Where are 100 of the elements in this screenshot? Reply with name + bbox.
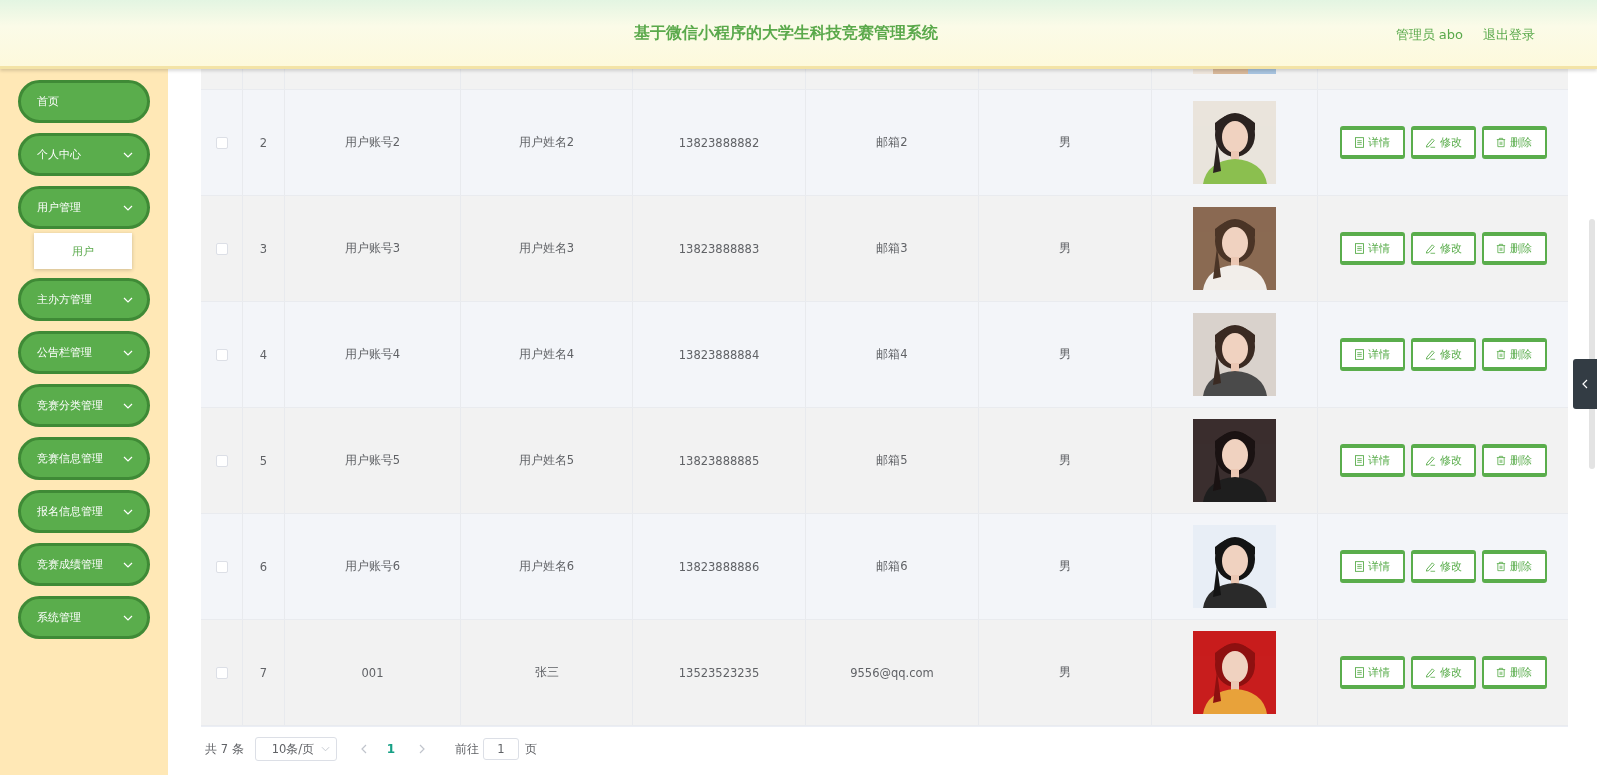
table-cell: 男	[1059, 453, 1071, 468]
delete-button[interactable]: 删除	[1481, 338, 1547, 371]
details-button[interactable]: 详情	[1339, 656, 1405, 689]
table-cell: 用户姓名4	[518, 347, 575, 362]
delete-button[interactable]: 删除	[1481, 444, 1547, 477]
table-cell: 邮箱4	[876, 347, 908, 362]
sidebar-menu-item[interactable]: 竞赛分类管理	[18, 384, 150, 427]
trash-icon	[1496, 667, 1506, 678]
edit-button[interactable]: 修改	[1410, 232, 1476, 265]
table-cell: 3	[259, 241, 268, 256]
chevron-icon	[123, 561, 133, 568]
chevron-icon	[123, 402, 133, 409]
document-icon	[1354, 243, 1364, 254]
delete-button[interactable]: 删除	[1481, 656, 1547, 689]
document-icon	[1354, 667, 1364, 678]
pencil-icon	[1424, 243, 1436, 254]
pencil-icon	[1424, 667, 1436, 678]
pencil-icon	[1424, 349, 1436, 360]
next-page-icon[interactable]	[419, 744, 425, 754]
edit-button[interactable]: 修改	[1410, 338, 1476, 371]
document-icon	[1354, 561, 1364, 572]
table-cell: 001	[361, 665, 384, 680]
sidebar-menu-item[interactable]: 用户管理	[18, 186, 150, 229]
delete-button[interactable]: 删除	[1481, 126, 1547, 159]
sidebar-menu-item[interactable]: 首页	[18, 80, 150, 123]
row-checkbox[interactable]	[215, 136, 228, 149]
table-cell: 用户姓名2	[518, 135, 575, 150]
edit-button[interactable]: 修改	[1410, 444, 1476, 477]
page-suffix-label: 页	[525, 741, 537, 757]
details-button[interactable]: 详情	[1339, 232, 1405, 265]
table-cell: 2	[259, 135, 268, 150]
row-checkbox[interactable]	[215, 560, 228, 573]
submenu-item[interactable]: 用户	[34, 233, 132, 269]
sidebar-menu-item[interactable]: 竞赛信息管理	[18, 437, 150, 480]
page-input[interactable]: 1	[483, 738, 519, 760]
delete-button[interactable]: 删除	[1481, 550, 1547, 583]
table-cell: 用户账号2	[344, 135, 401, 150]
page-number[interactable]: 1	[386, 742, 395, 756]
sidebar-menu-item[interactable]: 个人中心	[18, 133, 150, 176]
table-cell: 男	[1059, 135, 1071, 150]
table-cell: 13823888886	[678, 559, 760, 574]
goto-label: 前往	[455, 741, 479, 757]
previous-page-icon[interactable]	[360, 744, 367, 754]
chevron-icon	[123, 204, 133, 211]
table-cell: 13823888884	[678, 347, 760, 362]
edit-button[interactable]: 修改	[1410, 126, 1476, 159]
pencil-icon	[1424, 137, 1436, 148]
sidebar-menu-item[interactable]: 主办方管理	[18, 278, 150, 321]
chevron-icon	[123, 614, 133, 621]
table-cell: 用户账号3	[344, 241, 401, 256]
system-title: 基于微信小程序的大学生科技竞赛管理系统	[633, 22, 938, 44]
table-cell: 张三	[534, 665, 559, 680]
edit-button[interactable]: 修改	[1410, 550, 1476, 583]
table-cell: 用户账号6	[344, 559, 401, 574]
table-cell: 用户账号5	[344, 453, 401, 468]
table-cell: 5	[259, 453, 268, 468]
chevron-icon	[123, 151, 133, 158]
chevron-icon	[123, 508, 133, 515]
chevron-left-icon	[1582, 379, 1588, 389]
trash-icon	[1496, 243, 1506, 254]
details-button[interactable]: 详情	[1339, 444, 1405, 477]
document-icon	[1354, 349, 1364, 360]
row-checkbox[interactable]	[215, 348, 228, 361]
sidebar-menu-item[interactable]: 竞赛成绩管理	[18, 543, 150, 586]
sidebar-menu-item[interactable]: 报名信息管理	[18, 490, 150, 533]
table-cell: 男	[1059, 347, 1071, 362]
table-cell: 7	[259, 665, 268, 680]
chevron-icon	[123, 455, 133, 462]
row-checkbox[interactable]	[215, 454, 228, 467]
trash-icon	[1496, 137, 1506, 148]
sidebar-menu-item[interactable]: 公告栏管理	[18, 331, 150, 374]
table-cell: 13523523235	[678, 665, 760, 680]
row-checkbox[interactable]	[215, 242, 228, 255]
collapse-button[interactable]	[1573, 359, 1597, 409]
edit-button[interactable]: 修改	[1410, 656, 1476, 689]
page-size-select[interactable]: 10条/页	[254, 737, 337, 761]
table-cell: 邮箱5	[876, 453, 908, 468]
logout-link[interactable]: 退出登录	[1483, 26, 1535, 44]
table-cell: 男	[1059, 241, 1071, 256]
delete-button[interactable]: 删除	[1481, 232, 1547, 265]
document-icon	[1354, 455, 1364, 466]
table-cell: 用户姓名6	[518, 559, 575, 574]
trash-icon	[1496, 561, 1506, 572]
pencil-icon	[1424, 561, 1436, 572]
chevron-icon	[320, 746, 330, 752]
row-checkbox[interactable]	[215, 666, 228, 679]
document-icon	[1354, 137, 1364, 148]
table-cell: 6	[259, 559, 268, 574]
details-button[interactable]: 详情	[1339, 550, 1405, 583]
admin-user-label: 管理员 abo	[1395, 26, 1463, 44]
details-button[interactable]: 详情	[1339, 126, 1405, 159]
chevron-icon	[123, 349, 133, 356]
table-cell: 13823888882	[678, 135, 760, 150]
table-cell: 邮箱3	[876, 241, 908, 256]
table-cell: 用户姓名5	[518, 453, 575, 468]
table-cell: 邮箱2	[876, 135, 908, 150]
table-cell: 用户姓名3	[518, 241, 575, 256]
pencil-icon	[1424, 455, 1436, 466]
sidebar-menu-item[interactable]: 系统管理	[18, 596, 150, 639]
details-button[interactable]: 详情	[1339, 338, 1405, 371]
